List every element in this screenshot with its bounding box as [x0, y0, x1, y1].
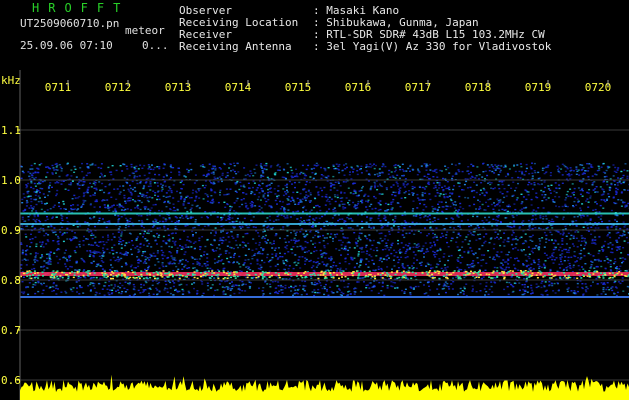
- timestamp-label: 25.09.06 07:10: [20, 39, 113, 52]
- station-info: Observer : Masaki Kano Receiving Locatio…: [179, 5, 551, 53]
- plot-background: [20, 70, 629, 400]
- x-tick-label: 0712: [105, 81, 132, 94]
- x-tick-label: 0713: [165, 81, 192, 94]
- meteor-tag: meteor: [125, 24, 165, 37]
- x-tick-label: 0716: [345, 81, 372, 94]
- filename-label: UT2509060710.pn: [20, 17, 120, 30]
- x-tick-label: 0718: [465, 81, 492, 94]
- frequency-axis: 1.11.00.90.80.70.6: [1, 124, 21, 387]
- x-tick-label: 0720: [585, 81, 612, 94]
- x-tick-label: 0717: [405, 81, 432, 94]
- x-tick-label: 0715: [285, 81, 312, 94]
- info-row-antenna: Receiving Antenna : 3el Yagi(V) Az 330 f…: [179, 41, 551, 53]
- band-0-933: [20, 212, 629, 215]
- spectrogram-plot: 0711 0712 0713 0714 0715 0716 0717 0718 0719 0720…: [1, 70, 629, 400]
- info-value: : 3el Yagi(V) Az 330 for Vladivostok: [313, 40, 552, 53]
- extra-label: 0...: [142, 39, 169, 52]
- header-panel: HROFFT UT2509060710.pn meteor 25.09.06 0…: [0, 0, 629, 70]
- x-tick-label: 0719: [525, 81, 552, 94]
- info-label: Receiving Antenna: [179, 40, 292, 53]
- x-tick-label: 0711: [45, 81, 72, 94]
- app-brand: HROFFT: [32, 1, 130, 15]
- band-0-912: [20, 223, 629, 225]
- spectrogram-noise: [20, 70, 629, 400]
- band-0-766: [20, 296, 629, 298]
